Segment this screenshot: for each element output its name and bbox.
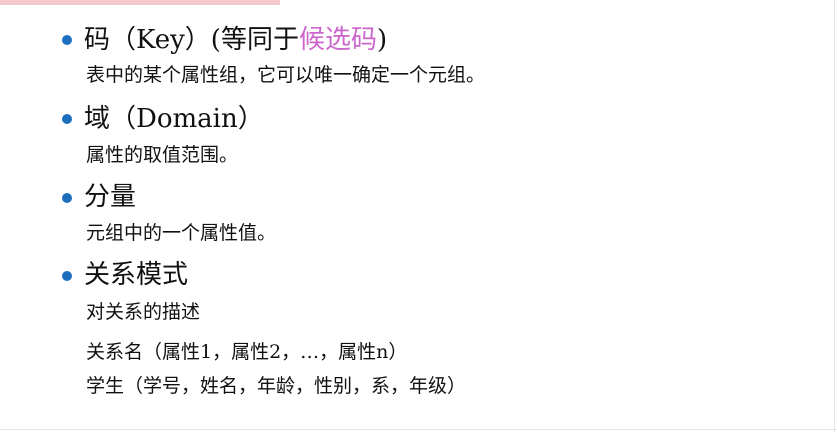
bullet-icon <box>62 193 72 203</box>
bullet-icon <box>62 114 72 124</box>
term-component: 分量 <box>84 182 137 212</box>
term-key-highlight: 候选码 <box>298 25 377 55</box>
term-domain-detail: 属性的取值范围。 <box>86 144 239 166</box>
term-component-detail: 元组中的一个属性值。 <box>86 222 277 244</box>
term-relation-schema-detail-3: 学生（学号，姓名，年龄，性别，系，年级） <box>86 375 467 397</box>
term-key: 码（Key）(等同于候选码) <box>84 23 387 57</box>
term-key-detail: 表中的某个属性组，它可以唯一确定一个元组。 <box>86 64 486 86</box>
bullet-icon <box>62 271 72 281</box>
right-edge-rule <box>834 0 835 432</box>
term-relation-schema: 关系模式 <box>84 260 189 290</box>
top-accent-bar <box>0 0 280 5</box>
term-key-suffix: ) <box>376 25 388 55</box>
bullet-icon <box>62 35 72 45</box>
bottom-edge-rule <box>0 429 837 430</box>
term-key-prefix: 码（Key）(等同于 <box>84 25 299 55</box>
term-relation-schema-detail-2: 关系名（属性1，属性2，…，属性n） <box>86 341 408 363</box>
term-domain: 域（Domain） <box>84 104 264 134</box>
term-relation-schema-detail-1: 对关系的描述 <box>86 301 201 323</box>
